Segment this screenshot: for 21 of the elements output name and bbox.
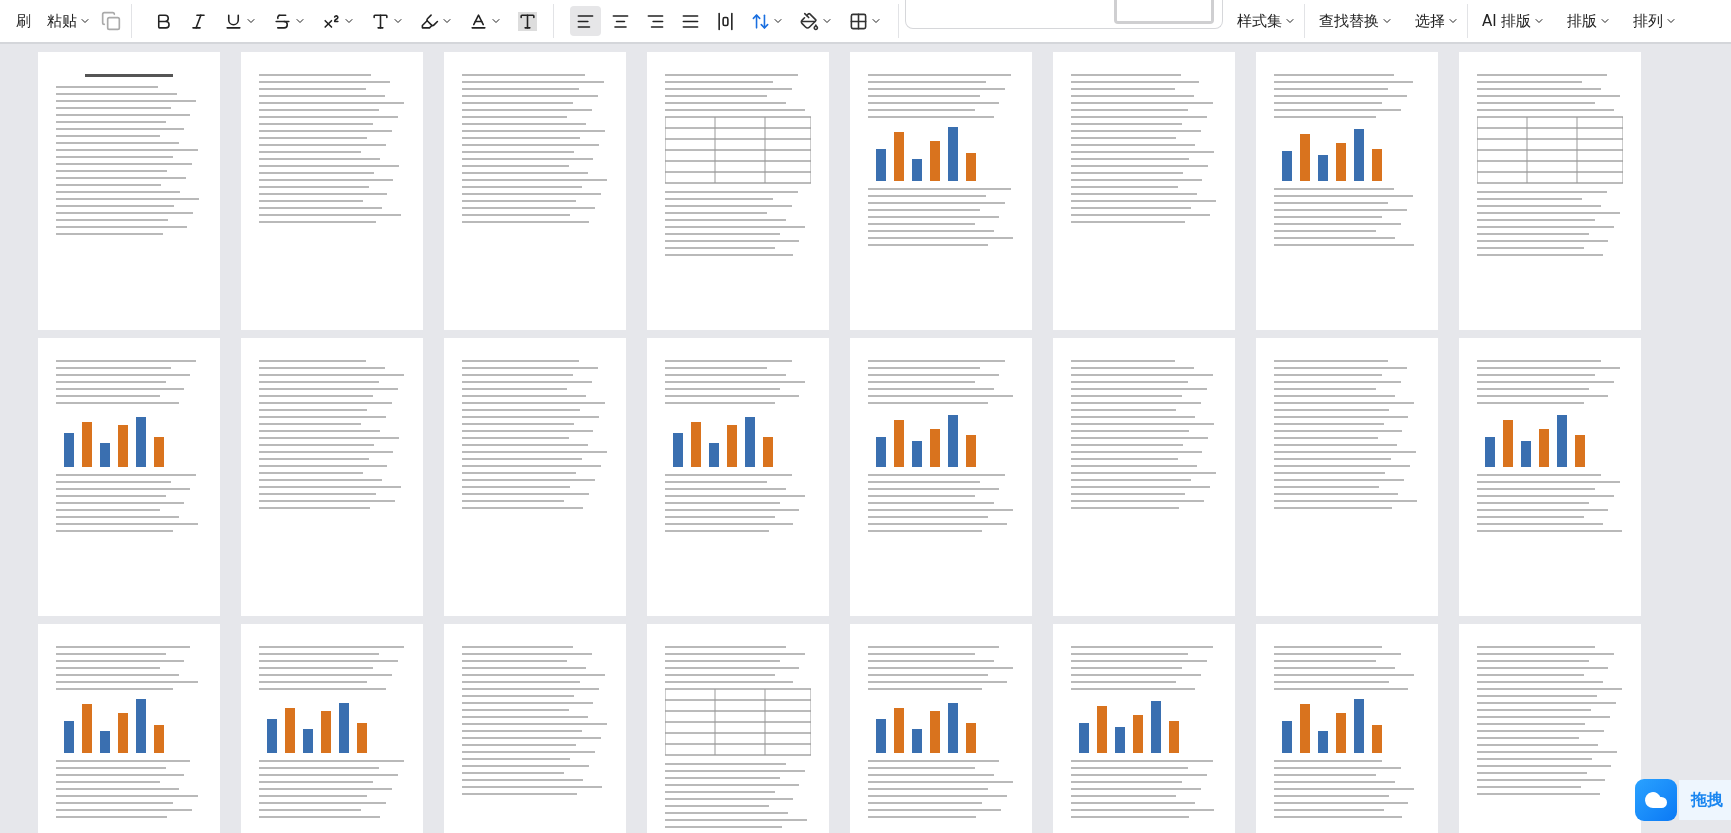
effect-icon	[371, 11, 390, 31]
border-icon	[849, 11, 868, 31]
highlight-icon	[420, 11, 439, 31]
underline-icon	[224, 11, 243, 31]
menu-button[interactable]: 样式集	[1231, 6, 1302, 36]
menu-button[interactable]: 选择	[1409, 6, 1465, 36]
fontcolor-icon	[469, 11, 488, 31]
menu-button[interactable]: 排列	[1627, 6, 1684, 36]
menu-button[interactable]: 排版	[1561, 6, 1618, 36]
strike-icon	[273, 11, 292, 31]
menu-button[interactable]: AI 排版	[1476, 6, 1552, 36]
cloud-icon[interactable]	[1635, 779, 1677, 821]
italic-icon	[189, 11, 208, 31]
shading-icon	[518, 11, 537, 31]
clipboard-button[interactable]: 刷	[10, 6, 37, 36]
spacing-icon	[751, 11, 770, 31]
clipboard-button[interactable]: 粘贴	[41, 6, 97, 36]
align-distributed-icon	[716, 11, 735, 31]
menu-button[interactable]: 查找替换	[1313, 6, 1399, 36]
align-left-button[interactable]	[570, 6, 601, 36]
fill-icon	[800, 11, 819, 31]
